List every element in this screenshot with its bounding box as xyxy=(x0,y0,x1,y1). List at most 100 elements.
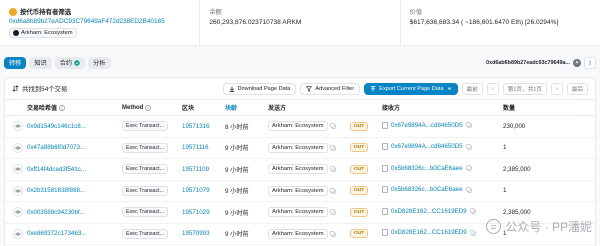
to-address-link[interactable]: 0xD828E162...CC1619ED9 xyxy=(391,229,467,236)
advanced-filter-button[interactable]: Advanced Filter xyxy=(300,82,361,95)
method-badge: Exec Transact... xyxy=(122,185,168,196)
preview-button[interactable] xyxy=(13,228,23,239)
pagination-next[interactable]: › xyxy=(550,82,563,95)
tx-hash-link[interactable]: 0x003588c94230bf... xyxy=(27,209,122,216)
from-address[interactable]: Arkham: Ecosystem xyxy=(268,185,328,196)
copy-icon[interactable] xyxy=(329,123,336,129)
transfers-toolbar: 共找到54个交易 Download Page Data Advanced Fil… xyxy=(5,78,595,99)
copy-icon[interactable] xyxy=(329,145,336,151)
from-address[interactable]: Arkham: Ecosystem xyxy=(268,164,328,175)
to-address-link[interactable]: 0x5b68326c...b0CaE6aee xyxy=(391,165,463,172)
info-icon[interactable] xyxy=(145,104,152,111)
method-badge: Exec Transact... xyxy=(122,121,168,132)
direction-cell: OUT xyxy=(350,121,382,131)
tx-hash-link[interactable]: 0xe869372c173463... xyxy=(27,230,122,237)
eye-icon xyxy=(15,232,21,236)
copy-icon[interactable] xyxy=(329,209,336,215)
header-hash-label: 交易哈希值 xyxy=(27,106,58,112)
row-preview-cell xyxy=(5,207,27,218)
copy-icon[interactable] xyxy=(465,165,472,171)
method-badge: Exec Transact... xyxy=(122,142,168,153)
from-address-chip[interactable]: Arkham: Ecosystem xyxy=(268,207,336,218)
from-address-chip[interactable]: Arkham: Ecosystem xyxy=(268,228,336,239)
close-icon[interactable]: × xyxy=(573,58,581,67)
copy-icon[interactable] xyxy=(469,230,476,236)
amount-text: 230,000 xyxy=(503,122,526,130)
contract-icon xyxy=(382,164,388,172)
amount-text: 2,385,000 xyxy=(503,165,531,173)
from-address-chip[interactable]: Arkham: Ecosystem xyxy=(268,142,336,153)
preview-button[interactable] xyxy=(13,207,23,218)
table-header: 交易哈希值 Method 区块 块龄 发送方 接收方 数量 xyxy=(5,99,595,116)
from-cell: Arkham: Ecosystem xyxy=(268,142,350,153)
copy-icon[interactable] xyxy=(465,144,472,150)
tab-info[interactable]: 知识 xyxy=(29,56,52,69)
to-address-link[interactable]: 0x67e9894A...cd84650D5 xyxy=(391,122,463,129)
copy-icon[interactable] xyxy=(329,166,336,172)
preview-button[interactable] xyxy=(13,142,23,153)
tx-hash-link[interactable]: 0xff14f4dced3f541c... xyxy=(27,166,122,173)
direction-badge: OUT xyxy=(350,207,369,217)
from-address-chip[interactable]: Arkham: Ecosystem xyxy=(268,121,336,132)
holder-address-link[interactable]: 0xd6a8b89b27eADC93C79649aF472d238ED2B401… xyxy=(9,18,191,25)
copy-icon[interactable] xyxy=(465,187,472,193)
pagination-prev[interactable]: ‹ xyxy=(486,82,499,95)
copy-icon[interactable] xyxy=(329,231,336,237)
from-address[interactable]: Arkham: Ecosystem xyxy=(268,207,328,218)
to-address-link[interactable]: 0x5b68326c...b0CaE6aee xyxy=(391,186,463,193)
pagination-last[interactable]: 最后 xyxy=(566,82,588,95)
to-cell: 0x67e9894A...cd84650D5 xyxy=(382,121,503,131)
amount-text: 1 xyxy=(503,144,507,152)
sort-icon xyxy=(12,85,19,92)
age-text: 9 小时前 xyxy=(225,209,249,217)
copy-icon[interactable] xyxy=(469,208,476,214)
age-text: 9 小时前 xyxy=(225,166,249,174)
address-tag-label: Arkham: Ecosystem xyxy=(21,30,73,36)
eye-icon xyxy=(15,167,21,171)
advanced-filter-label: Advanced Filter xyxy=(315,85,355,92)
block-link[interactable]: 19571079 xyxy=(182,187,225,194)
copy-icon[interactable] xyxy=(329,188,336,194)
header-block: 区块 xyxy=(182,106,195,112)
from-address[interactable]: Arkham: Ecosystem xyxy=(268,142,328,153)
tab-contract[interactable]: 合约 xyxy=(54,56,86,69)
preview-button[interactable] xyxy=(13,185,23,196)
tx-hash-link[interactable]: 0x2b31581838f868... xyxy=(27,187,122,194)
filter-title-row: 按代币持有者筛选 xyxy=(9,7,191,16)
tab-analytics[interactable]: 分析 xyxy=(88,56,111,69)
to-address-chip: 0x67e9894A...cd84650D5 xyxy=(382,143,472,151)
tab-transfers[interactable]: 转移 xyxy=(4,56,27,69)
download-page-data-button[interactable]: Download Page Data xyxy=(222,82,297,95)
tx-hash-link[interactable]: 0x9d1549c146c1c8... xyxy=(27,123,122,130)
more-options-button[interactable] xyxy=(584,56,596,69)
preview-button[interactable] xyxy=(13,164,23,175)
block-link[interactable]: 19571116 xyxy=(182,144,225,151)
from-address[interactable]: Arkham: Ecosystem xyxy=(268,121,328,132)
block-link[interactable]: 19571029 xyxy=(182,209,225,216)
block-link[interactable]: 19571109 xyxy=(182,166,225,173)
export-current-page-button[interactable]: Export Current Page Data xyxy=(364,82,458,95)
amount-text: 2,385,000 xyxy=(503,208,531,216)
row-preview-cell xyxy=(5,142,27,153)
block-link[interactable]: 19570993 xyxy=(182,230,225,237)
from-address[interactable]: Arkham: Ecosystem xyxy=(268,228,328,239)
check-circle-icon xyxy=(74,59,80,66)
to-address-link[interactable]: 0x67e9894A...cd84650D5 xyxy=(391,143,463,150)
info-icon[interactable] xyxy=(59,104,65,111)
copy-icon[interactable] xyxy=(465,122,472,128)
preview-button[interactable] xyxy=(13,121,23,132)
to-address-link[interactable]: 0xD828E162...CC1619ED9 xyxy=(391,208,467,215)
header-age[interactable]: 块龄 xyxy=(225,103,268,112)
tx-hash-link[interactable]: 0x47a88b6f0d7073... xyxy=(27,144,122,151)
block-link[interactable]: 19571316 xyxy=(182,123,225,130)
balance-card: 余额 260,293,876.023710738 ARKM xyxy=(200,0,401,45)
table-row: 0x47a88b6f0d7073... Exec Transact... 19571… xyxy=(5,138,595,159)
method-cell: Exec Transact... xyxy=(122,207,182,218)
table-row: 0x2b31581838f868... Exec Transact... 19571… xyxy=(5,181,595,202)
to-address-chip: 0xD828E162...CC1619ED9 xyxy=(382,229,476,237)
row-preview-cell xyxy=(5,121,27,132)
from-address-chip[interactable]: Arkham: Ecosystem xyxy=(268,185,336,196)
to-address-chip: 0x5b68326c...b0CaE6aee xyxy=(382,164,472,172)
from-address-chip[interactable]: Arkham: Ecosystem xyxy=(268,164,336,175)
pagination-first[interactable]: 最前 xyxy=(461,82,483,95)
